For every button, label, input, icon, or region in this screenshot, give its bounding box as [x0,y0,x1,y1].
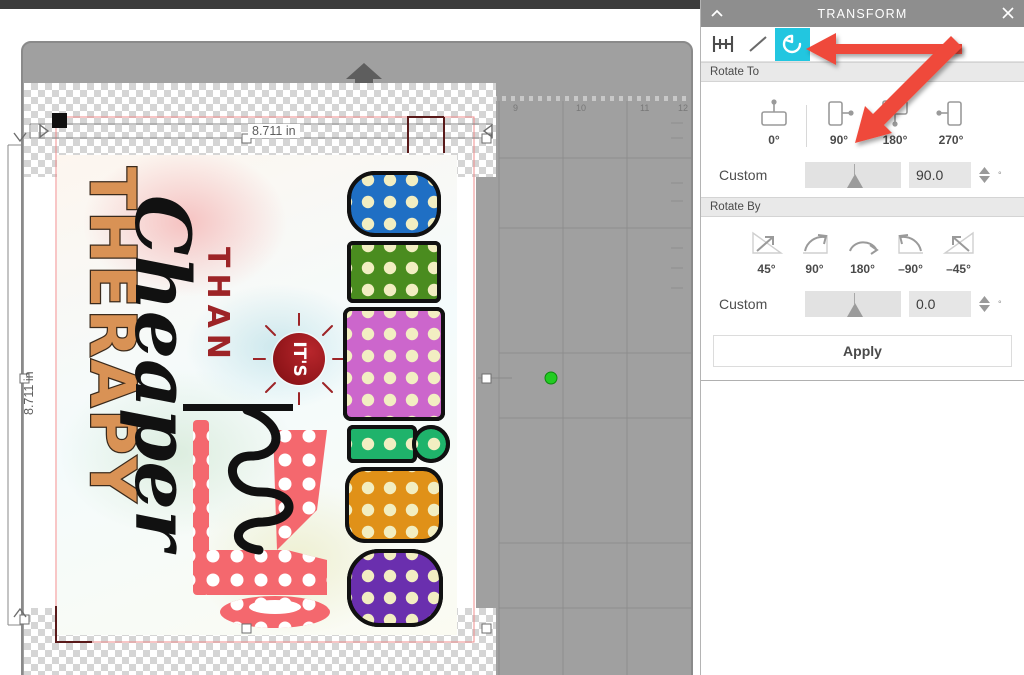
width-dimension-label: 8.711 in [248,124,300,138]
chevron-up-icon[interactable] [709,6,725,22]
panel-title: TRANSFORM [817,6,908,21]
ruler-mark: 9 [513,103,518,113]
section-header-rotate-by: Rotate By [701,197,1024,217]
rotate-to-90-label: 90° [829,133,849,147]
align-distribute-icon [712,36,733,52]
tab-align-distribute[interactable] [705,28,740,61]
rotate-to-90-option[interactable]: 90° [811,96,867,147]
word-art-group: THERAPY THAN Cheaper IT'S [57,155,457,635]
spinner-down-icon [979,176,990,183]
apply-button[interactable]: Apply [713,335,1012,367]
rotate-to-0-option[interactable]: 0° [746,96,802,147]
rotate-by-180-option[interactable]: 180° [839,229,887,276]
rotate-by-90-option[interactable]: 90° [791,229,839,276]
rotate-to-270-label: 270° [938,133,964,147]
tab-rotate[interactable] [775,27,810,61]
height-dimension-label: 8.711 in [22,371,36,415]
spinner-up-icon [979,296,990,303]
panel-header: TRANSFORM [701,0,1024,27]
option-divider [806,105,807,147]
rotate-by-45-icon [751,231,783,254]
close-icon[interactable] [1000,5,1016,21]
ruler-mark: 12 [678,103,688,113]
rotate-to-180-label: 180° [882,133,908,147]
rotate-to-value-input[interactable]: 90.0 [909,162,971,188]
rotate-by-90-label: 90° [805,262,824,276]
rotate-to-270-icon [936,101,962,126]
window-chrome-white [0,9,700,25]
section-header-rotate-to: Rotate To [701,62,1024,82]
rotate-by-unit: ° [998,299,1002,309]
rotate-by-custom-label: Custom [719,296,768,312]
rotate-by-minus-90-icon [897,234,923,254]
diagonal-line-icon [748,36,767,52]
rotate-to-unit: ° [998,170,1002,180]
rotate-to-slider[interactable] [805,162,901,188]
sewing-machine-illustration [183,404,330,628]
rotate-by-180-icon [848,241,879,255]
its-badge: IT'S [273,333,325,385]
rotate-to-custom-label: Custom [719,167,768,183]
rotate-by-minus-90-option[interactable]: –90° [887,229,935,276]
rotate-to-custom-row: Custom 90.0 ° [701,153,1024,197]
slider-thumb[interactable] [847,174,863,188]
apply-section: Apply [701,326,1024,380]
rotate-to-0-label: 0° [768,133,780,147]
app-root: 9 10 11 12 THERAPY THAN Cheaper IT'S 8.7… [0,0,1024,675]
design-artwork[interactable]: THERAPY THAN Cheaper IT'S [57,155,457,635]
rotate-to-180-option[interactable]: 180° [867,96,923,147]
rotate-to-0-icon [761,99,787,126]
tab-scale[interactable] [740,28,775,61]
rotate-by-180-label: 180° [850,262,875,276]
rotate-by-45-label: 45° [757,262,776,276]
transform-panel: TRANSFORM Rotate To 0° 90° 180° 270° Cus… [700,0,1024,675]
rotate-by-45-option[interactable]: 45° [743,229,791,276]
spinner-down-icon [979,305,990,312]
rotate-by-minus-45-label: –45° [946,262,971,276]
rotate-by-custom-row: Custom 0.0 ° [701,282,1024,326]
rotate-to-90-icon [828,101,854,126]
rotate-ccw-icon [782,34,801,54]
transform-tab-row [701,27,1024,62]
canvas-area[interactable]: 9 10 11 12 THERAPY THAN Cheaper IT'S 8.7… [0,25,700,675]
rotate-by-minus-45-icon [942,231,974,254]
window-chrome-strip [0,0,700,9]
rotate-by-options: 45° 90° 180° –90° –45° [701,217,1024,282]
rotate-to-270-option[interactable]: 270° [923,96,979,147]
section-label: Rotate To [710,66,760,78]
rotate-by-minus-45-option[interactable]: –45° [935,229,983,276]
spinner-up-icon [979,167,990,174]
rotate-by-spinner[interactable] [979,296,990,312]
rotate-to-spinner[interactable] [979,167,990,183]
ruler-mark: 10 [576,103,586,113]
rotate-by-minus-90-label: –90° [898,262,923,276]
rotate-to-180-icon [882,100,908,127]
rotate-to-options: 0° 90° 180° 270° [701,82,1024,153]
slider-thumb[interactable] [847,303,863,317]
rotate-by-value-input[interactable]: 0.0 [909,291,971,317]
section-label: Rotate By [710,201,761,213]
ruler-mark: 11 [640,103,649,113]
rotate-by-90-icon [802,234,828,254]
rotate-by-slider[interactable] [805,291,901,317]
